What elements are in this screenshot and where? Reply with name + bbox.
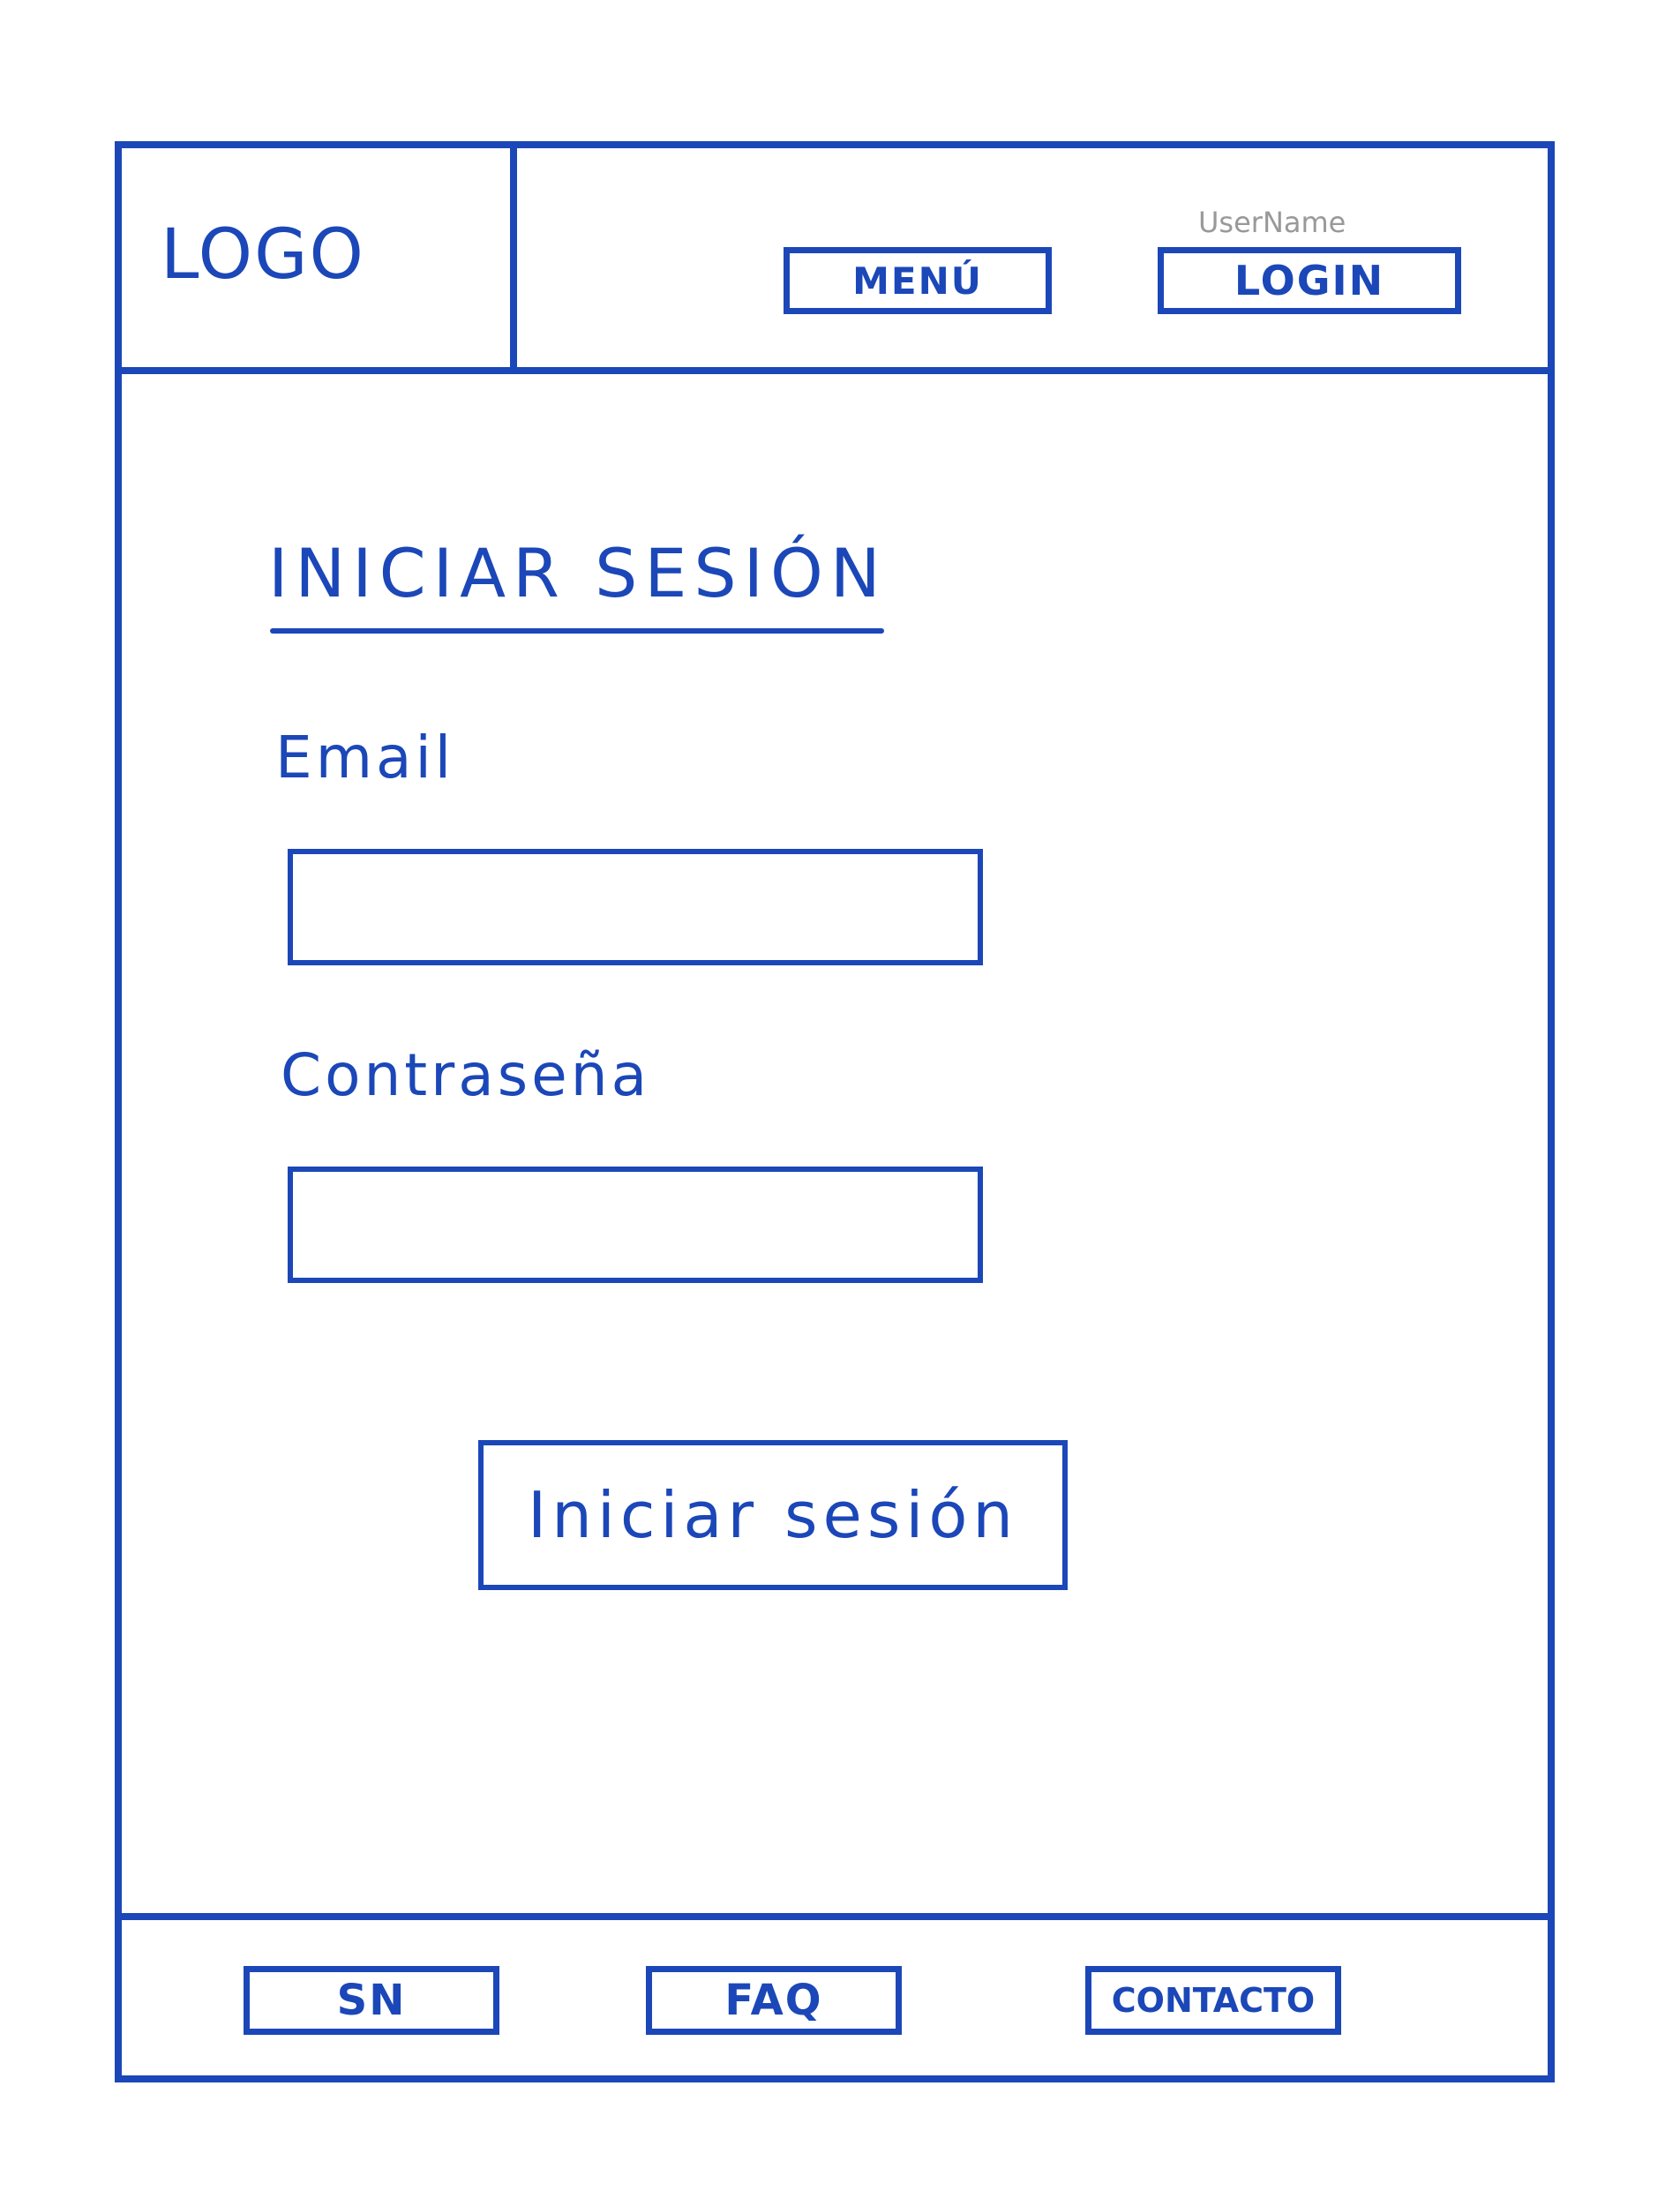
footer-contacto-button[interactable]: CONTACTO (1085, 1966, 1341, 2035)
login-submit-label: Iniciar sesión (527, 1478, 1019, 1552)
page-title-underline (270, 628, 884, 634)
footer-faq-button[interactable]: FAQ (646, 1966, 902, 2035)
page-frame (115, 141, 1555, 2082)
email-label: Email (275, 724, 455, 792)
password-field[interactable] (288, 1167, 983, 1283)
wireframe-page: LOGO MENÚ UserName LOGIN INICIAR SESIÓN … (0, 0, 1680, 2206)
email-field[interactable] (288, 849, 983, 965)
password-input[interactable] (293, 1172, 978, 1278)
page-title: INICIAR SESIÓN (268, 534, 888, 612)
footer-top-border (118, 1913, 1551, 1920)
header-logo-divider (510, 145, 517, 372)
logo[interactable]: LOGO (161, 221, 365, 289)
password-label: Contraseña (281, 1041, 651, 1109)
menu-button-label: MENÚ (852, 259, 983, 303)
login-button-label: LOGIN (1234, 257, 1385, 304)
footer-faq-label: FAQ (724, 1976, 823, 2025)
login-button[interactable]: LOGIN (1158, 247, 1461, 314)
username-text: UserName (1198, 206, 1346, 239)
login-submit-button[interactable]: Iniciar sesión (478, 1440, 1068, 1590)
email-input[interactable] (293, 854, 978, 960)
footer-sn-label: SN (336, 1976, 407, 2025)
header-bottom-border (118, 367, 1551, 374)
menu-button[interactable]: MENÚ (784, 247, 1052, 314)
footer-contacto-label: CONTACTO (1111, 1981, 1316, 2020)
footer-sn-button[interactable]: SN (244, 1966, 499, 2035)
